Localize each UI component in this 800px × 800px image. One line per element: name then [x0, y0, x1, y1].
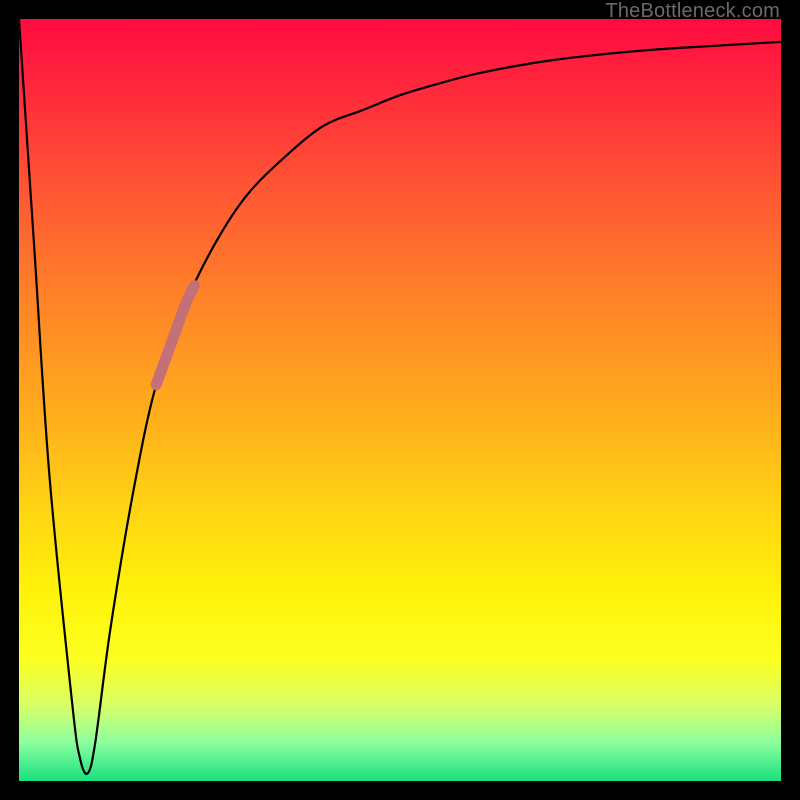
- chart-frame: [19, 19, 781, 781]
- bottleneck-curve-highlight: [156, 286, 194, 385]
- bottleneck-curve-path: [19, 19, 781, 774]
- bottleneck-curve-svg: [19, 19, 781, 781]
